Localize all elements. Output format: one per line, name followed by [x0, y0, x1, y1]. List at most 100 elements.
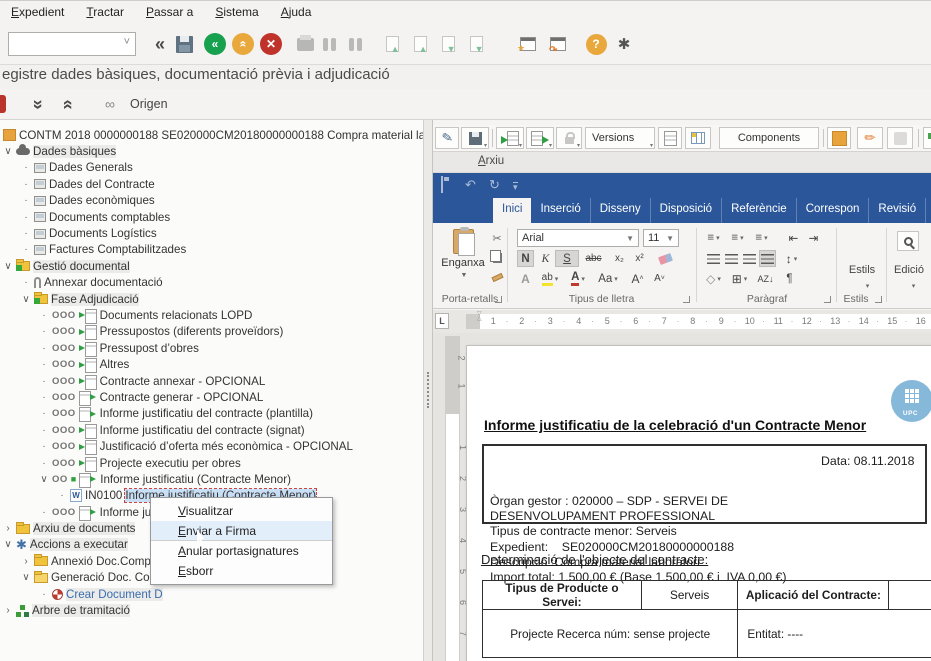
new-session-icon[interactable] [516, 32, 540, 56]
tree-expander-icon[interactable]: ∨ [3, 539, 13, 550]
tree-expander-icon[interactable]: · [39, 310, 49, 321]
context-menu-item[interactable]: Visualitzar [151, 501, 332, 521]
versions-dropdown[interactable]: Versions [585, 127, 655, 149]
decrease-indent-button[interactable]: ⇤ [785, 229, 802, 246]
tree-item[interactable]: · Documents comptables [0, 209, 423, 225]
tree-item-label[interactable]: Factures Comptabilitzades [49, 243, 186, 256]
tree-item[interactable]: · Documents Logístics [0, 225, 423, 241]
tree-item[interactable]: · Dades econòmiques [0, 193, 423, 209]
tree-item[interactable]: · Crear Document D [0, 586, 423, 602]
edit-pencil-icon[interactable]: ✎ [857, 127, 883, 149]
tree-expander-icon[interactable]: · [39, 376, 49, 387]
tree-item[interactable]: ∨ Fase Adjudicació [0, 291, 423, 307]
ribbon-tab[interactable]: Disposició [651, 198, 722, 223]
tree-expander-icon[interactable]: ∨ [3, 261, 13, 272]
styles-chevron-icon[interactable]: ▾ [859, 277, 876, 294]
menu-item[interactable]: Ajuda [270, 5, 323, 19]
quick-save-icon[interactable] [441, 177, 443, 192]
tree-expander-icon[interactable]: · [39, 392, 49, 403]
tree-item-label[interactable]: Arbre de tramitació [32, 604, 130, 617]
tree-item-label[interactable]: Dades del Contracte [49, 178, 155, 191]
tree-expander-icon[interactable]: · [39, 589, 49, 600]
tree-item-label[interactable]: Documents relacionats LOPD [100, 309, 253, 322]
tree-expander-icon[interactable]: · [57, 490, 67, 501]
tree-expander-icon[interactable]: · [21, 228, 31, 239]
shrink-font-button[interactable]: A˅ [651, 270, 668, 287]
align-left-button[interactable] [705, 250, 722, 267]
tree-item[interactable]: · OOO Altres [0, 356, 423, 372]
tree-item[interactable]: CONTM 2018 0000000188 SE020000CM20180000… [0, 127, 423, 143]
font-name-select[interactable]: Arial▼ [517, 229, 639, 247]
tree-expander-icon[interactable]: · [21, 162, 31, 173]
tree-expander-icon[interactable]: · [21, 277, 31, 288]
undo-icon[interactable]: ↶ [465, 177, 476, 193]
tree-item[interactable]: ∨ OO ■ Informe justificatiu (Contracte M… [0, 471, 423, 487]
tree-expander-icon[interactable]: · [21, 195, 31, 206]
strikethrough-button[interactable]: abc [585, 250, 602, 267]
underline-button[interactable]: S [555, 250, 579, 267]
vertical-ruler[interactable]: 21 1234567 [445, 336, 460, 661]
cancel-icon[interactable]: ✕ [259, 32, 283, 56]
tree-expander-icon[interactable]: ∨ [21, 572, 31, 583]
menu-item[interactable]: Expedient [0, 5, 75, 19]
tree-item[interactable]: · OOO Projecte executiu per obres [0, 455, 423, 471]
tree-item-label[interactable]: Contracte annexar - OPCIONAL [100, 375, 266, 388]
components-button[interactable]: Components [719, 127, 819, 149]
document-page[interactable]: UPC Informe justificatiu de la celebraci… [466, 345, 931, 661]
menu-item[interactable]: Passar a [135, 5, 204, 19]
tree-item-label[interactable]: Accions a executar [30, 538, 128, 551]
tree-item[interactable]: · Annexar documentació [0, 275, 423, 291]
tree-item[interactable]: ∨ Gestió documental [0, 258, 423, 274]
back-icon[interactable]: « [203, 32, 227, 56]
tree-item-label[interactable]: Informe justificatiu del contracte (sign… [100, 424, 305, 437]
change-case-button[interactable]: Aa▾ [595, 270, 621, 287]
tree-item-label[interactable]: CONTM 2018 0000000188 SE020000CM20180000… [19, 129, 423, 142]
ribbon-tab[interactable]: Correspon [797, 198, 870, 223]
tree-item-label[interactable]: Documents Logístics [49, 227, 157, 240]
subscript-button[interactable]: x₂ [611, 250, 628, 267]
tree-expander-icon[interactable]: · [39, 326, 49, 337]
paragraph-dialog-launcher-icon[interactable] [824, 296, 831, 303]
check-in-icon[interactable] [496, 127, 524, 149]
italic-button[interactable]: K [537, 250, 554, 267]
tree-item[interactable]: ∨ Dades bàsiques [0, 143, 423, 159]
styles-dialog-launcher-icon[interactable] [875, 296, 882, 303]
save-document-icon[interactable] [461, 127, 489, 149]
tree-item-label[interactable]: Informe justificatiu (Contracte Menor) [100, 473, 291, 486]
tree-item-label[interactable]: Pressupost d’obres [100, 342, 199, 355]
collapse-toolbar-icon[interactable]: « [148, 32, 172, 56]
arxiu-tab[interactable]: Arxiu [478, 155, 504, 167]
tree-expander-icon[interactable]: · [39, 507, 49, 518]
bullet-list-button[interactable]: ≡▾ [705, 229, 722, 246]
tree-expander-icon[interactable]: ∨ [39, 474, 49, 485]
origen-link-icon[interactable]: ∞ [105, 92, 113, 116]
ribbon-tab[interactable]: Inserció [531, 198, 590, 223]
help-icon[interactable]: ? [584, 32, 608, 56]
tree-expander-icon[interactable]: ∨ [3, 146, 13, 157]
tree-item-label[interactable]: Altres [100, 358, 130, 371]
tree-item-label[interactable]: Documents comptables [49, 211, 170, 224]
panel-splitter[interactable] [423, 120, 433, 661]
align-right-button[interactable] [741, 250, 758, 267]
tree-item[interactable]: › Arbre de tramitació [0, 602, 423, 618]
line-spacing-button[interactable]: ↕▾ [783, 250, 800, 267]
origen-label[interactable]: Origen [130, 92, 168, 116]
context-menu-item[interactable]: Esborr [151, 561, 332, 581]
tree-expander-icon[interactable]: · [39, 343, 49, 354]
editing-chevron-icon[interactable]: ▾ [905, 277, 922, 294]
ribbon-tab[interactable]: Referèncie [722, 198, 797, 223]
color-square-icon[interactable] [827, 127, 851, 149]
highlight-color-button[interactable]: ab▾ [539, 270, 561, 287]
ribbon-tab[interactable]: Revisió [869, 198, 926, 223]
superscript-button[interactable]: x² [631, 250, 648, 267]
font-dialog-launcher-icon[interactable] [683, 296, 690, 303]
tree-item[interactable]: · OOO Justificació d’oferta més econòmic… [0, 438, 423, 454]
signature-icon[interactable]: ✎ [435, 127, 459, 149]
tree-item-label[interactable]: Dades bàsiques [33, 145, 116, 158]
copy-icon[interactable] [489, 250, 505, 265]
tree-expander-icon[interactable]: › [3, 523, 13, 534]
tree-item[interactable]: · OOO Pressupostos (diferents proveïdors… [0, 324, 423, 340]
command-combo-input[interactable] [8, 32, 136, 56]
tree-expander-icon[interactable]: · [39, 359, 49, 370]
align-center-button[interactable] [723, 250, 740, 267]
